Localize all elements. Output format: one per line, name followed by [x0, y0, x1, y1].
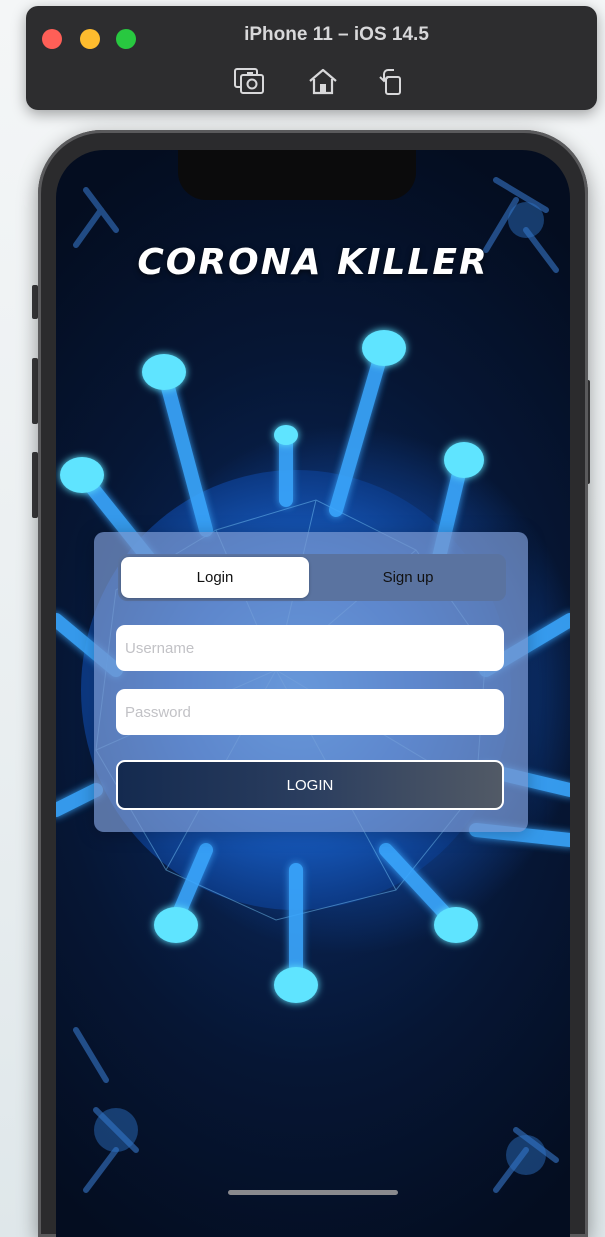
- app-title: CORONA KILLER: [137, 242, 489, 283]
- username-input[interactable]: [116, 625, 504, 671]
- home-icon[interactable]: [306, 66, 340, 96]
- screenshot-icon[interactable]: [232, 66, 266, 96]
- auth-segmented-control: Login Sign up: [118, 554, 506, 601]
- tab-sign-up[interactable]: Sign up: [314, 557, 502, 598]
- simulator-title: iPhone 11 – iOS 14.5: [244, 24, 429, 45]
- home-indicator: [228, 1190, 398, 1195]
- phone-screen: CORONA KILLER Login Sign up LOGIN: [56, 150, 570, 1237]
- simulator-toolbar: iPhone 11 – iOS 14.5: [26, 6, 597, 110]
- rotate-icon[interactable]: [374, 66, 408, 96]
- login-card: Login Sign up LOGIN: [94, 532, 528, 832]
- login-button[interactable]: LOGIN: [116, 760, 504, 810]
- tab-login[interactable]: Login: [121, 557, 309, 598]
- notch: [178, 150, 416, 200]
- password-input[interactable]: [116, 689, 504, 735]
